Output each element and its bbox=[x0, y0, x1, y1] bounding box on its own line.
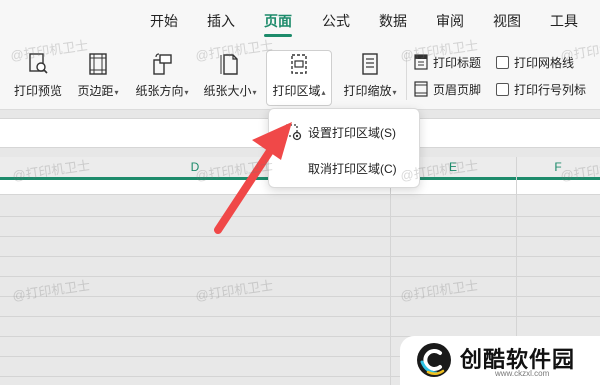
ribbon: 打印预览 页边距▾ 纸张方向▾ 纸张大小▾ 打印区域▴ 打印缩放▾ 打印标题 页… bbox=[0, 40, 600, 110]
header-footer-icon bbox=[414, 81, 428, 97]
chevron-down-icon: ▾ bbox=[252, 88, 257, 97]
print-area-button[interactable]: 打印区域▴ bbox=[266, 50, 332, 106]
menu-review[interactable]: 审阅 bbox=[436, 11, 464, 31]
clear-print-area-item[interactable]: 取消打印区域(C) bbox=[269, 153, 421, 183]
print-preview-label: 打印预览 bbox=[13, 84, 62, 98]
margins-icon bbox=[89, 53, 107, 75]
menu-formula[interactable]: 公式 bbox=[322, 11, 350, 31]
print-area-dropdown: 设置打印区域(S) 取消打印区域(C) bbox=[268, 108, 420, 188]
chevron-down-icon: ▾ bbox=[114, 88, 119, 97]
grid-col-line bbox=[390, 157, 391, 385]
print-scale-button[interactable]: 打印缩放▾ bbox=[338, 52, 402, 106]
chevron-up-icon: ▴ bbox=[321, 88, 326, 97]
menu-page[interactable]: 页面 bbox=[264, 11, 292, 31]
logo-url: www.ckzxl.com bbox=[495, 369, 550, 378]
menu-tools[interactable]: 工具 bbox=[550, 11, 578, 31]
clear-print-area-label: 取消打印区域(C) bbox=[308, 161, 397, 176]
header-footer-label: 页眉页脚 bbox=[433, 82, 482, 97]
grid-row-line bbox=[0, 256, 600, 257]
logo-icon bbox=[417, 343, 451, 377]
menu-insert[interactable]: 插入 bbox=[207, 11, 235, 31]
print-scale-icon bbox=[362, 53, 378, 75]
set-print-area-label: 设置打印区域(S) bbox=[308, 125, 396, 140]
paper-size-label: 纸张大小 bbox=[203, 84, 252, 98]
blank-icon bbox=[283, 158, 303, 178]
print-row-col-headers-checkbox[interactable]: 打印行号列标 bbox=[496, 79, 586, 99]
grid-row-line bbox=[0, 276, 600, 277]
margins-button[interactable]: 页边距▾ bbox=[72, 52, 124, 106]
checkbox-icon[interactable] bbox=[496, 82, 509, 96]
chevron-down-icon: ▾ bbox=[184, 88, 189, 97]
menu-bar: 开始 插入 页面 公式 数据 审阅 视图 工具 bbox=[0, 0, 600, 40]
print-row-col-headers-label: 打印行号列标 bbox=[514, 82, 587, 97]
print-area-icon bbox=[291, 54, 307, 74]
orientation-label: 纸张方向 bbox=[135, 84, 184, 98]
orientation-button[interactable]: 纸张方向▾ bbox=[130, 52, 194, 106]
set-print-area-icon bbox=[285, 124, 302, 141]
menu-home[interactable]: 开始 bbox=[150, 11, 178, 31]
header-footer-button[interactable]: 页眉页脚 bbox=[413, 79, 481, 99]
menu-data[interactable]: 数据 bbox=[379, 11, 407, 31]
print-scale-label: 打印缩放 bbox=[343, 84, 392, 98]
site-logo: 创酷软件园 www.ckzxl.com bbox=[400, 336, 600, 385]
menu-view[interactable]: 视图 bbox=[493, 11, 521, 31]
grid-row-line bbox=[0, 216, 600, 217]
grid-row-line bbox=[0, 296, 600, 297]
checkbox-icon[interactable] bbox=[496, 55, 509, 69]
orientation-icon bbox=[153, 53, 172, 75]
margins-label: 页边距 bbox=[77, 84, 114, 98]
grid-row-line bbox=[0, 236, 600, 237]
set-print-area-item[interactable]: 设置打印区域(S) bbox=[269, 117, 421, 147]
print-area-label: 打印区域 bbox=[272, 84, 321, 98]
chevron-down-icon: ▾ bbox=[392, 88, 397, 97]
grid-row-line bbox=[0, 316, 600, 317]
